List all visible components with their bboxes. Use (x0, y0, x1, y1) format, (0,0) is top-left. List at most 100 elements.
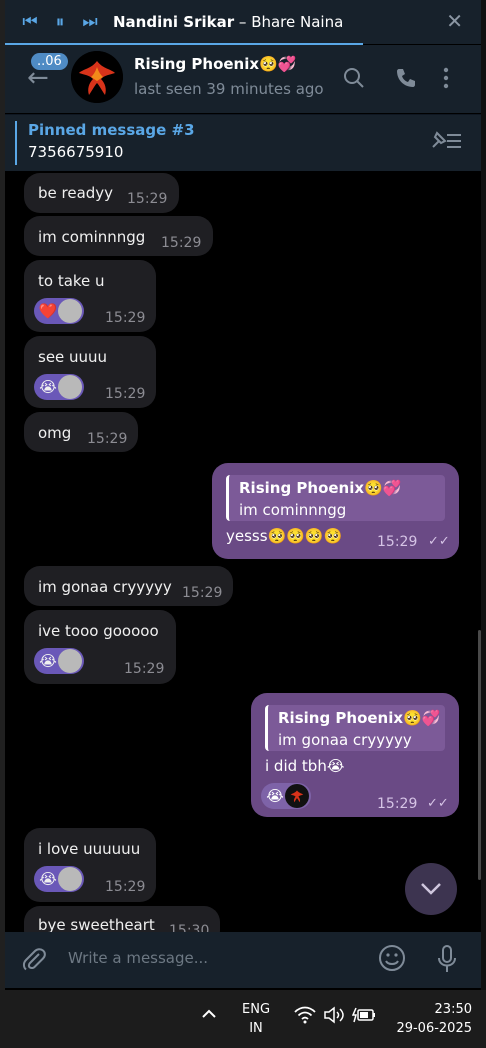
taskbar: ENG IN 23:50 29-06-2025 (0, 990, 486, 1048)
message-time: 15:29 (105, 310, 146, 326)
message-text: i love uuuuuu (38, 840, 141, 858)
reply-sender: Rising Phoenix🥺💞 (239, 479, 402, 497)
battery-charging-icon[interactable] (351, 1006, 376, 1028)
read-check-icon: ✓✓ (427, 796, 449, 811)
skip-back-icon[interactable]: ⏮ (15, 12, 45, 32)
pause-icon[interactable]: ⏸ (45, 12, 75, 32)
message-input[interactable]: Write a message... (68, 949, 208, 967)
emoji-icon[interactable] (378, 944, 406, 978)
message-reaction[interactable]: ❤️ (34, 298, 84, 324)
scroll-to-bottom-button[interactable] (405, 863, 457, 915)
reactor-avatar (285, 784, 309, 808)
message-text: see uuuu (38, 348, 108, 366)
pinned-text: 7356675910 (28, 143, 124, 161)
message-time: 15:29 (105, 386, 146, 402)
reply-sender: Rising Phoenix🥺💞 (278, 709, 441, 727)
message-bubble[interactable]: omg 15:29 (24, 412, 138, 452)
message-time: 15:29 (105, 879, 146, 895)
last-seen-status: last seen 39 minutes ago (134, 80, 324, 98)
reaction-emoji: 😭 (39, 870, 57, 888)
pinned-message-bar[interactable]: Pinned message #3 7356675910 (5, 114, 481, 171)
chat-header: ← ..06 Rising Phoenix🥺💞 last seen 39 min… (5, 45, 481, 113)
phoenix-logo-icon (71, 51, 123, 103)
message-bubble[interactable]: see uuuu 😭 15:29 (24, 336, 156, 408)
wifi-icon[interactable] (294, 1006, 316, 1028)
reactor-avatar (58, 649, 82, 673)
reply-quote[interactable]: Rising Phoenix🥺💞 im cominnngg (226, 475, 445, 521)
outgoing-message-bubble[interactable]: Rising Phoenix🥺💞 im cominnngg yesss🥺🥺🥺🥺 … (212, 463, 459, 559)
message-time: 15:29 (182, 585, 223, 601)
message-reaction[interactable]: 😭 (261, 783, 311, 809)
microphone-icon[interactable] (437, 944, 457, 980)
language-code: ENG (242, 1002, 271, 1017)
message-text: bye sweetheart (38, 916, 155, 932)
message-bubble[interactable]: to take u ❤️ 15:29 (24, 260, 156, 332)
region-code: IN (249, 1021, 263, 1036)
reply-quote[interactable]: Rising Phoenix🥺💞 im gonaa cryyyyy (265, 705, 445, 751)
language-indicator[interactable]: ENG IN (242, 1000, 270, 1038)
message-time: 15:29 (87, 431, 128, 447)
message-reaction[interactable]: 😭 (34, 866, 84, 892)
show-hidden-icons-icon[interactable] (201, 1004, 217, 1023)
reactor-avatar (58, 375, 82, 399)
message-reaction[interactable]: 😭 (34, 648, 84, 674)
message-time: 15:29 (377, 534, 418, 550)
pinned-list-icon[interactable] (429, 129, 463, 156)
outgoing-message-bubble[interactable]: Rising Phoenix🥺💞 im gonaa cryyyyy i did … (251, 693, 459, 817)
message-composer: Write a message... (5, 932, 481, 988)
pinned-title: Pinned message #3 (28, 121, 195, 139)
read-check-icon: ✓✓ (428, 534, 450, 549)
song-artist: Nandini Srikar (113, 13, 235, 31)
message-time: 15:29 (124, 661, 165, 677)
scrollbar[interactable] (478, 630, 481, 880)
search-icon[interactable] (343, 67, 365, 94)
title-bar: ⏮ ⏸ ⏭ Nandini Srikar – Bhare Naina ✕ (5, 0, 481, 44)
message-bubble[interactable]: be readyy 15:29 (24, 173, 179, 213)
song-title: Bhare Naina (251, 13, 344, 31)
message-text: ive tooo gooooo (38, 622, 159, 640)
message-bubble[interactable]: ive tooo gooooo 😭 15:29 (24, 610, 176, 684)
reactor-avatar (58, 299, 82, 323)
message-reaction[interactable]: 😭 (34, 374, 84, 400)
attach-icon[interactable] (21, 946, 47, 978)
chat-name[interactable]: Rising Phoenix🥺💞 (134, 55, 296, 73)
message-time: 15:29 (127, 191, 168, 207)
more-options-icon[interactable] (442, 67, 450, 94)
reply-text: im gonaa cryyyyy (278, 731, 412, 749)
message-bubble[interactable]: i love uuuuuu 😭 15:29 (24, 828, 156, 902)
reaction-emoji: 😭 (39, 652, 57, 670)
reply-text: im cominnngg (239, 501, 347, 519)
message-text: yesss🥺🥺🥺🥺 (226, 527, 343, 545)
avatar[interactable] (71, 51, 123, 103)
message-text: im gonaa cryyyyy (38, 578, 172, 596)
message-time: 15:29 (377, 796, 418, 812)
message-bubble[interactable]: im cominnngg 15:29 (24, 216, 213, 256)
message-text: be readyy (38, 184, 114, 202)
chevron-down-icon (421, 883, 441, 895)
desktop-edge-right (481, 0, 486, 990)
clock-date: 29-06-2025 (396, 1021, 472, 1036)
now-playing[interactable]: Nandini Srikar – Bhare Naina (113, 13, 343, 31)
message-text: omg (38, 424, 72, 442)
volume-icon[interactable] (323, 1006, 345, 1028)
reaction-emoji: 😭 (266, 787, 284, 805)
clock[interactable]: 23:50 29-06-2025 (396, 1000, 472, 1038)
message-time: 15:30 (169, 923, 210, 932)
reactor-avatar (58, 867, 82, 891)
message-list[interactable]: be readyy 15:29 im cominnngg 15:29 to ta… (5, 171, 481, 932)
message-text: im cominnngg (38, 228, 146, 246)
unread-badge: ..06 (31, 53, 68, 70)
message-text: i did tbh😭 (265, 757, 345, 775)
telegram-window: ⏮ ⏸ ⏭ Nandini Srikar – Bhare Naina ✕ ← .… (5, 0, 481, 990)
message-bubble[interactable]: im gonaa cryyyyy 15:29 (24, 566, 233, 606)
message-text: to take u (38, 272, 105, 290)
pinned-indicator (15, 121, 17, 165)
message-bubble[interactable]: bye sweetheart 15:30 (24, 906, 220, 932)
clock-time: 23:50 (434, 1002, 472, 1017)
message-time: 15:29 (161, 235, 202, 251)
skip-forward-icon[interactable]: ⏭ (75, 12, 105, 32)
reaction-emoji: ❤️ (38, 302, 58, 320)
reaction-emoji: 😭 (39, 378, 57, 396)
close-icon[interactable]: ✕ (446, 9, 463, 33)
phone-icon[interactable] (395, 67, 417, 94)
